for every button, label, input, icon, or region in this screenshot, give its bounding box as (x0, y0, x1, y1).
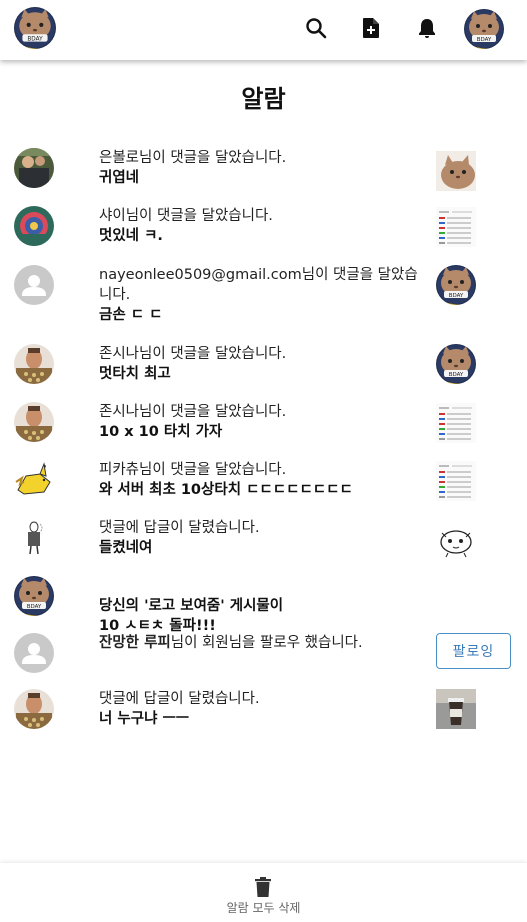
colorful-avatar-icon[interactable] (14, 206, 54, 246)
sender-name[interactable]: 존시나 (99, 346, 139, 362)
sender-name[interactable]: 샤이 (99, 208, 126, 224)
sender-name[interactable]: 피카츄 (99, 462, 139, 478)
doodle-thumb-icon[interactable] (436, 521, 476, 561)
notification-message: 님이 댓글을 달았습니다. (139, 462, 287, 478)
comment-text: 귀엽네 (99, 170, 140, 186)
cat-thumb-icon[interactable] (436, 151, 476, 191)
pikachu-avatar-icon[interactable] (14, 460, 54, 500)
search-icon[interactable] (304, 16, 328, 40)
wrestler-avatar-icon[interactable] (14, 689, 54, 729)
bell-icon[interactable] (415, 16, 439, 40)
trash-icon[interactable] (254, 877, 272, 897)
photo-avatar-icon[interactable] (14, 148, 54, 188)
profile-avatar[interactable] (464, 9, 504, 49)
default-user-icon[interactable] (14, 633, 54, 673)
sender-name[interactable]: nayeonlee0509@gmail.com (99, 267, 302, 283)
wrestler-avatar-icon[interactable] (14, 402, 54, 442)
sketch-avatar-icon[interactable] (14, 518, 54, 558)
notification-message: 님이 댓글을 달았습니다. (125, 208, 273, 224)
comment-text: 멋있네 ㅋ. (99, 228, 163, 244)
document-thumb-icon[interactable] (436, 403, 476, 443)
cat-avatar-thumb-icon[interactable] (436, 344, 476, 384)
milestone-text: 당신의 '로고 보여줌' 게시물이 10 ㅅㅌㅊ 돌파!!! (99, 598, 284, 634)
notification-message: 님이 댓글을 달았습니다. (139, 404, 287, 420)
notification-message: 님이 회원님을 팔로우 했습니다. (170, 635, 363, 651)
delete-all-button[interactable]: 알람 모두 삭제 (0, 863, 527, 922)
comment-text: 10 x 10 타치 가자 (99, 424, 223, 440)
cat-avatar-thumb-icon[interactable] (436, 265, 476, 305)
notification-message: 님이 댓글을 달았습니다. (139, 346, 287, 362)
notification-message: 님이 댓글을 달았습니다. (139, 150, 287, 166)
page-title: 알람 (241, 85, 286, 113)
coffee-thumb-icon[interactable] (436, 689, 476, 729)
add-post-icon[interactable] (359, 16, 383, 40)
comment-text: 와 서버 최초 10상타치 ㄷㄷㄷㄷㄷㄷㄷㄷ (99, 482, 353, 498)
comment-text: 너 누구냐 ㅡㅡ (99, 711, 190, 727)
comment-text: 멋타치 최고 (99, 366, 171, 382)
sender-name[interactable]: 존시나 (99, 404, 139, 420)
wrestler-avatar-icon[interactable] (14, 344, 54, 384)
notification-message: 댓글에 답글이 달렸습니다. (99, 520, 260, 536)
document-thumb-icon[interactable] (436, 461, 476, 501)
top-navigation-bar (0, 0, 527, 60)
document-thumb-icon[interactable] (436, 207, 476, 247)
comment-text: 금손 ㄷ ㄷ (99, 307, 163, 323)
notification-message: 댓글에 답글이 달렸습니다. (99, 691, 260, 707)
delete-all-label: 알람 모두 삭제 (226, 901, 301, 915)
cat-logo-icon[interactable] (14, 7, 56, 49)
sender-name[interactable]: 은볼로 (99, 150, 139, 166)
comment-text: 들켰네여 (99, 540, 153, 556)
following-button[interactable]: 팔로잉 (436, 633, 511, 669)
default-user-icon[interactable] (14, 265, 54, 305)
sender-name[interactable]: 잔망한 루피 (99, 635, 171, 651)
cat-logo-icon[interactable] (14, 576, 54, 616)
